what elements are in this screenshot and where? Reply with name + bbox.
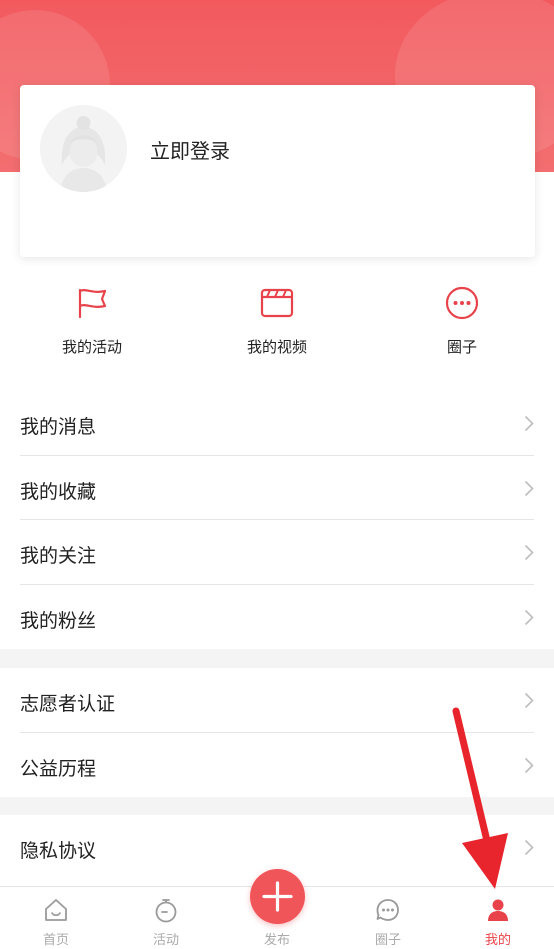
chevron-right-icon <box>524 839 534 856</box>
tab-activities[interactable]: 活动 <box>111 887 221 949</box>
menu-item-my-following[interactable]: 我的关注 <box>20 520 534 585</box>
section-divider <box>0 649 554 668</box>
chevron-right-icon <box>524 480 534 496</box>
publish-button[interactable] <box>250 869 305 924</box>
profile-card[interactable]: 立即登录 <box>20 85 535 257</box>
menu-item-label: 公益历程 <box>20 757 97 780</box>
flag-icon <box>78 288 107 319</box>
menu-item-my-favorites[interactable]: 我的收藏 <box>20 456 534 520</box>
tab-label: 发布 <box>263 933 290 948</box>
menu-item-label: 志愿者认证 <box>20 693 116 715</box>
menu-group-personal: 我的消息 我的收藏 我的关注 我的粉丝 <box>0 391 554 649</box>
menu-item-label: 我的收藏 <box>20 480 97 503</box>
stopwatch-icon <box>155 899 177 923</box>
tab-label: 活动 <box>152 933 179 948</box>
menu-item-label: 我的关注 <box>20 545 97 567</box>
menu-item-label: 我的消息 <box>20 416 97 438</box>
chevron-right-icon <box>524 415 534 432</box>
quick-action-circle[interactable]: 圈子 <box>392 285 532 357</box>
tab-label: 首页 <box>42 933 69 948</box>
login-link[interactable]: 立即登录 <box>150 135 230 164</box>
avatar[interactable] <box>40 105 127 192</box>
quick-action-my-videos[interactable]: 我的视频 <box>207 285 347 357</box>
plus-icon <box>262 881 293 912</box>
chat-bubble-icon <box>376 899 399 921</box>
quick-action-label: 我的视频 <box>246 338 307 356</box>
default-avatar-icon <box>40 105 127 192</box>
tab-label: 圈子 <box>374 933 401 948</box>
quick-action-label: 我的活动 <box>61 338 122 356</box>
tab-me[interactable]: 我的 <box>443 887 553 949</box>
menu-item-label: 我的粉丝 <box>20 609 97 632</box>
menu-item-my-messages[interactable]: 我的消息 <box>20 391 534 456</box>
menu-item-my-fans[interactable]: 我的粉丝 <box>20 585 534 650</box>
quick-action-my-activities[interactable]: 我的活动 <box>22 285 162 357</box>
chevron-right-icon <box>524 544 534 561</box>
chevron-right-icon <box>524 609 534 625</box>
home-icon <box>45 899 67 921</box>
quick-action-label: 圈子 <box>446 338 477 356</box>
chat-bubble-icon <box>445 286 479 320</box>
tab-home[interactable]: 首页 <box>1 887 111 949</box>
user-icon <box>488 899 508 921</box>
clapperboard-icon <box>260 288 294 318</box>
tab-circle[interactable]: 圈子 <box>333 887 443 949</box>
quick-actions: 我的活动 我的视频 圈子 <box>0 285 554 365</box>
menu-item-label: 隐私协议 <box>20 840 97 862</box>
chevron-right-icon <box>524 757 534 773</box>
annotation-arrow-icon <box>452 707 508 889</box>
chevron-right-icon <box>524 692 534 709</box>
tab-label: 我的 <box>484 933 511 948</box>
